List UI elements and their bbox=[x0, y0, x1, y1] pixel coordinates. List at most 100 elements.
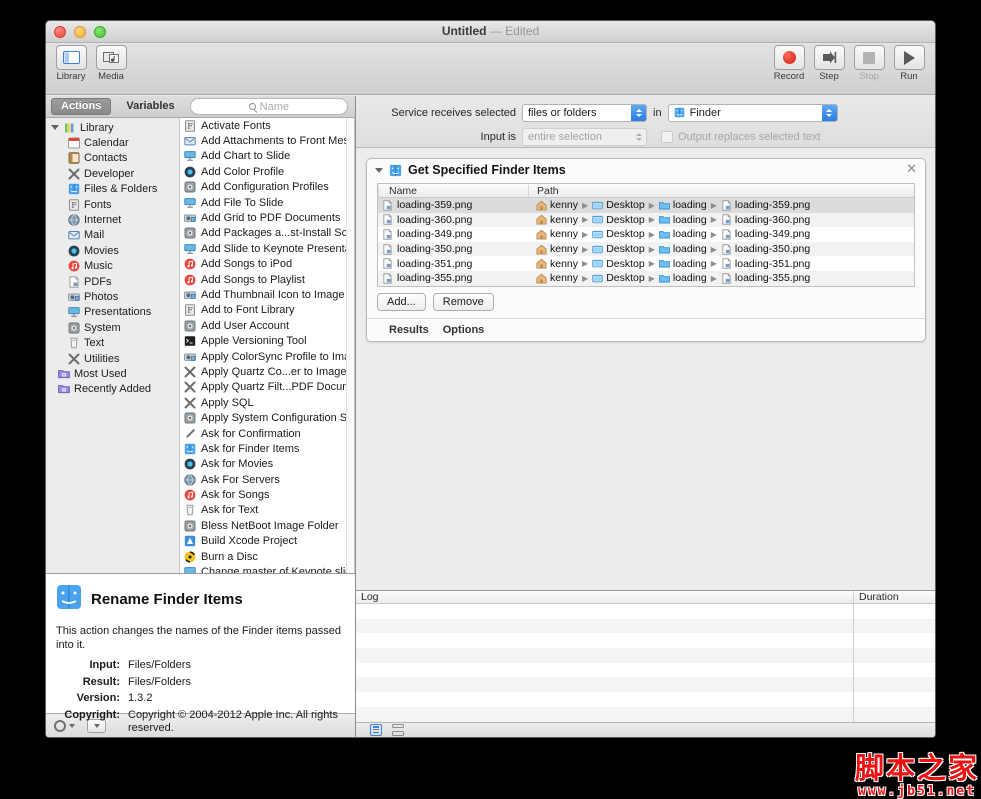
output-replaces-checkbox-row[interactable]: Output replaces selected text bbox=[661, 131, 820, 143]
split-view-icon[interactable] bbox=[392, 724, 404, 736]
sidebar-item-utilities[interactable]: Utilities bbox=[46, 351, 179, 366]
library-toolbar-button[interactable]: Library bbox=[53, 45, 89, 82]
action-list-item-label: Add Songs to iPod bbox=[201, 258, 292, 270]
sidebar-item-library[interactable]: Library bbox=[46, 120, 179, 135]
disclosure-triangle-icon[interactable] bbox=[51, 125, 59, 130]
action-list-item[interactable]: Ask for Confirmation bbox=[180, 426, 354, 441]
action-list-item[interactable]: Add Packages a...st-Install Scripts bbox=[180, 226, 354, 241]
column-header-log[interactable]: Log bbox=[356, 591, 853, 603]
sidebar-item-photos[interactable]: Photos bbox=[46, 289, 179, 304]
sidebar-item-system[interactable]: System bbox=[46, 320, 179, 335]
sidebar-item-most-used[interactable]: Most Used bbox=[46, 366, 179, 381]
sidebar-item-files-folders[interactable]: Files & Folders bbox=[46, 182, 179, 197]
action-list-item[interactable]: Ask for Movies bbox=[180, 457, 354, 472]
sidebar-item-label: Presentations bbox=[84, 306, 151, 318]
action-list-item[interactable]: Add Attachments to Front Message bbox=[180, 133, 354, 148]
action-list-item[interactable]: Change master of Keynote slide bbox=[180, 564, 354, 573]
sidebar-item-music[interactable]: Music bbox=[46, 259, 179, 274]
action-list-item[interactable]: Add Songs to iPod bbox=[180, 257, 354, 272]
action-list-item[interactable]: Add Songs to Playlist bbox=[180, 272, 354, 287]
title-bar[interactable]: Untitled — Edited bbox=[46, 21, 935, 43]
action-list-item[interactable]: Add Thumbnail Icon to Image Files bbox=[180, 287, 354, 302]
service-receives-select[interactable]: files or folders bbox=[522, 104, 647, 122]
tab-actions[interactable]: Actions bbox=[51, 98, 111, 115]
action-list-item[interactable]: Apple Versioning Tool bbox=[180, 333, 354, 348]
tab-variables[interactable]: Variables bbox=[117, 99, 183, 114]
close-icon[interactable]: ✕ bbox=[906, 163, 917, 175]
media-toolbar-button[interactable]: Media bbox=[93, 45, 129, 82]
action-list-item[interactable]: Build Xcode Project bbox=[180, 534, 354, 549]
sidebar-item-recently-added[interactable]: Recently Added bbox=[46, 382, 179, 397]
column-header-name[interactable]: Name bbox=[378, 185, 528, 197]
table-row[interactable]: loading-359.pngkenny▶Desktop▶loading▶loa… bbox=[378, 198, 914, 213]
actions-scrollbar[interactable] bbox=[346, 118, 354, 573]
action-list-item[interactable]: Ask for Songs bbox=[180, 487, 354, 502]
list-view-icon[interactable] bbox=[370, 724, 382, 736]
action-list-item[interactable]: Apply SQL bbox=[180, 395, 354, 410]
file-name-cell: loading-349.png bbox=[378, 228, 528, 240]
action-list-item[interactable]: Ask For Servers bbox=[180, 472, 354, 487]
action-list-item[interactable]: Apply ColorSync Profile to Images bbox=[180, 349, 354, 364]
action-list-item[interactable]: Add File To Slide bbox=[180, 195, 354, 210]
file-png-icon bbox=[382, 214, 393, 225]
category-list[interactable]: Library Calendar Contacts bbox=[46, 118, 180, 573]
action-list-item[interactable]: Ask for Text bbox=[180, 503, 354, 518]
table-row[interactable]: loading-360.pngkenny▶Desktop▶loading▶loa… bbox=[378, 213, 914, 228]
sidebar-item-text[interactable]: Text bbox=[46, 335, 179, 350]
action-list-item[interactable]: FAdd to Font Library bbox=[180, 303, 354, 318]
application-select[interactable]: Finder bbox=[668, 104, 838, 122]
run-icon bbox=[894, 45, 925, 70]
log-rows[interactable] bbox=[356, 604, 935, 722]
sidebar-item-pdfs[interactable]: PDFs bbox=[46, 274, 179, 289]
action-list-item[interactable]: Ask for Finder Items bbox=[180, 441, 354, 456]
table-row[interactable]: loading-351.pngkenny▶Desktop▶loading▶loa… bbox=[378, 256, 914, 271]
action-list-item[interactable]: Add Configuration Profiles bbox=[180, 180, 354, 195]
contacts-icon bbox=[68, 152, 80, 164]
step-button[interactable]: Step bbox=[811, 45, 847, 82]
sidebar-item-internet[interactable]: Internet bbox=[46, 212, 179, 227]
action-list-item[interactable]: Add Slide to Keynote Presentation bbox=[180, 241, 354, 256]
sidebar-item-calendar[interactable]: Calendar bbox=[46, 135, 179, 150]
path-separator-icon: ▶ bbox=[649, 215, 655, 224]
tab-options[interactable]: Options bbox=[443, 324, 485, 336]
run-button[interactable]: Run bbox=[891, 45, 927, 82]
input-is-select[interactable]: entire selection bbox=[522, 128, 647, 146]
action-list-item[interactable]: Apply System Configuration Settings bbox=[180, 410, 354, 425]
action-list-item[interactable]: Burn a Disc bbox=[180, 549, 354, 564]
finder-items-table[interactable]: Name Path loading-359.pngkenny▶Desktop▶l… bbox=[377, 183, 915, 287]
column-header-duration[interactable]: Duration bbox=[853, 591, 935, 603]
media-toolbar-label: Media bbox=[93, 71, 129, 82]
disclosure-triangle-icon[interactable] bbox=[375, 168, 383, 173]
action-list-item[interactable]: Add Grid to PDF Documents bbox=[180, 210, 354, 225]
tab-results[interactable]: Results bbox=[389, 324, 429, 336]
action-list-item[interactable]: Apply Quartz Filt...PDF Documents bbox=[180, 380, 354, 395]
output-replaces-checkbox[interactable] bbox=[661, 131, 673, 143]
action-list-item[interactable]: Add Color Profile bbox=[180, 164, 354, 179]
action-list-item[interactable]: FActivate Fonts bbox=[180, 118, 354, 133]
sidebar-item-developer[interactable]: Developer bbox=[46, 166, 179, 181]
action-list-item[interactable]: Apply Quartz Co...er to Image Files bbox=[180, 364, 354, 379]
action-list-item[interactable]: Add Chart to Slide bbox=[180, 149, 354, 164]
actions-list[interactable]: FActivate FontsAdd Attachments to Front … bbox=[180, 118, 355, 573]
search-input[interactable]: Name bbox=[190, 98, 348, 115]
stop-button[interactable]: Stop bbox=[851, 45, 887, 82]
column-header-path[interactable]: Path bbox=[528, 185, 814, 197]
sidebar-item-presentations[interactable]: Presentations bbox=[46, 305, 179, 320]
svg-text:F: F bbox=[187, 306, 193, 315]
record-button[interactable]: Record bbox=[771, 45, 807, 82]
table-row[interactable]: loading-355.pngkenny▶Desktop▶loading▶loa… bbox=[378, 271, 914, 286]
action-list-item[interactable]: Bless NetBoot Image Folder bbox=[180, 518, 354, 533]
sidebar-item-movies[interactable]: Movies bbox=[46, 243, 179, 258]
workflow-canvas[interactable]: Get Specified Finder Items ✕ Name Path l… bbox=[356, 148, 935, 591]
application-value: Finder bbox=[690, 107, 721, 119]
action-card-header[interactable]: Get Specified Finder Items ✕ bbox=[367, 159, 925, 181]
table-row[interactable]: loading-350.pngkenny▶Desktop▶loading▶loa… bbox=[378, 242, 914, 257]
add-button[interactable]: Add... bbox=[377, 293, 426, 311]
sidebar-item-contacts[interactable]: Contacts bbox=[46, 151, 179, 166]
sidebar-item-fonts[interactable]: F Fonts bbox=[46, 197, 179, 212]
action-list-item[interactable]: Add User Account bbox=[180, 318, 354, 333]
table-row[interactable]: loading-349.pngkenny▶Desktop▶loading▶loa… bbox=[378, 227, 914, 242]
sidebar-item-mail[interactable]: Mail bbox=[46, 228, 179, 243]
path-separator-icon: ▶ bbox=[711, 201, 717, 210]
remove-button[interactable]: Remove bbox=[433, 293, 494, 311]
